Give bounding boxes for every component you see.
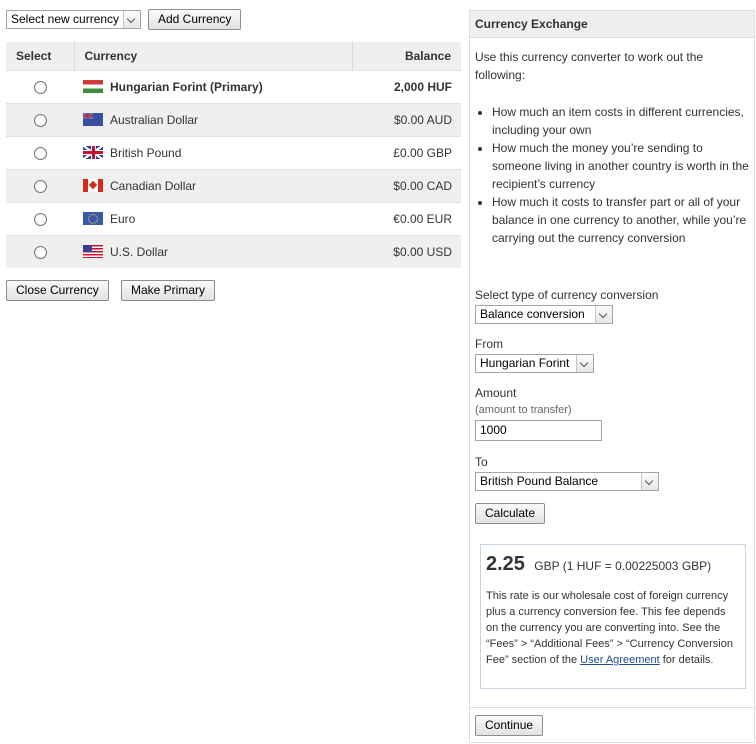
- conversion-result: 2.25 GBP (1 HUF = 0.00225003 GBP) This r…: [480, 544, 746, 689]
- currency-balance: 2,000 HUF: [352, 69, 461, 103]
- row-select-radio[interactable]: [33, 146, 47, 160]
- currency-name: British Pound: [110, 145, 182, 160]
- currency-name: Euro: [110, 211, 136, 226]
- currency-balance: £0.00 GBP: [352, 135, 461, 169]
- exchange-rate: GBP (1 HUF = 0.00225003 GBP): [534, 559, 712, 573]
- select-column-header: Select: [6, 42, 75, 70]
- row-select-radio[interactable]: [33, 80, 47, 94]
- currency-name: Canadian Dollar: [110, 178, 197, 193]
- currency-balance: $0.00 USD: [352, 234, 461, 268]
- chevron-down-icon: [576, 355, 593, 372]
- table-header-row: Select Currency Balance: [6, 42, 461, 70]
- chevron-down-icon: [595, 306, 612, 323]
- to-label: To: [475, 455, 488, 469]
- continue-button[interactable]: Continue: [475, 715, 544, 736]
- from-currency-value: Hungarian Forint: [480, 356, 570, 370]
- list-item: How much the money you’re sending to som…: [492, 139, 753, 193]
- chevron-down-icon: [123, 11, 140, 28]
- us-flag-icon: [83, 244, 103, 258]
- table-row: Canadian Dollar $0.00 CAD: [6, 168, 461, 202]
- canada-flag-icon: [83, 178, 103, 192]
- hungary-flag-icon: [83, 79, 103, 93]
- row-select-radio[interactable]: [33, 113, 47, 127]
- chevron-down-icon: [641, 473, 658, 490]
- currency-balance: €0.00 EUR: [352, 201, 461, 235]
- australia-flag-icon: [83, 112, 103, 126]
- row-select-radio[interactable]: [33, 245, 47, 259]
- currency-name: U.S. Dollar: [110, 244, 169, 259]
- new-currency-select[interactable]: Select new currency: [6, 10, 141, 29]
- fee-disclaimer: This rate is our wholesale cost of forei…: [486, 588, 740, 668]
- amount-input[interactable]: 1000: [475, 420, 602, 441]
- currency-balance: $0.00 AUD: [352, 102, 461, 136]
- new-currency-select-value: Select new currency: [11, 12, 120, 26]
- intro-text: Use this currency converter to work out …: [475, 50, 704, 82]
- table-row: Euro €0.00 EUR: [6, 201, 461, 235]
- to-currency-value: British Pound Balance: [480, 474, 599, 488]
- usage-list: How much an item costs in different curr…: [475, 103, 753, 247]
- table-row: Australian Dollar $0.00 AUD: [6, 102, 461, 136]
- eu-flag-icon: [83, 211, 103, 225]
- panel-title: Currency Exchange: [470, 11, 754, 38]
- conversion-type-select[interactable]: Balance conversion: [475, 305, 613, 324]
- fee-disclaimer-suffix: for details.: [659, 654, 714, 666]
- currency-column-header: Currency: [74, 42, 354, 70]
- currency-name: Australian Dollar: [110, 112, 199, 127]
- row-select-radio[interactable]: [33, 179, 47, 193]
- to-currency-select[interactable]: British Pound Balance: [475, 472, 659, 491]
- conversion-type-label: Select type of currency conversion: [475, 288, 659, 302]
- currency-table: Select Currency Balance Hungarian Forint…: [6, 42, 461, 268]
- user-agreement-link[interactable]: User Agreement: [580, 654, 659, 666]
- currency-name: Hungarian Forint (Primary): [110, 79, 263, 94]
- add-currency-button[interactable]: Add Currency: [148, 9, 242, 30]
- currency-exchange-panel: Currency Exchange Use this currency conv…: [469, 10, 755, 743]
- make-primary-button[interactable]: Make Primary: [121, 280, 216, 301]
- amount-hint: (amount to transfer): [475, 404, 572, 416]
- table-row: Hungarian Forint (Primary) 2,000 HUF: [6, 69, 461, 103]
- result-amount: 2.25: [486, 553, 525, 575]
- calculate-button[interactable]: Calculate: [475, 503, 546, 524]
- table-row: British Pound £0.00 GBP: [6, 135, 461, 169]
- panel-footer: Continue: [470, 707, 754, 736]
- list-item: How much an item costs in different curr…: [492, 103, 753, 139]
- table-row: U.S. Dollar $0.00 USD: [6, 234, 461, 268]
- from-currency-select[interactable]: Hungarian Forint: [475, 354, 594, 373]
- currency-balance: $0.00 CAD: [352, 168, 461, 202]
- uk-flag-icon: [83, 145, 103, 159]
- conversion-type-value: Balance conversion: [480, 307, 585, 321]
- amount-label: Amount: [475, 386, 517, 400]
- from-label: From: [475, 337, 503, 351]
- row-select-radio[interactable]: [33, 212, 47, 226]
- balance-column-header: Balance: [352, 42, 461, 70]
- list-item: How much it costs to transfer part or al…: [492, 193, 753, 247]
- close-currency-button[interactable]: Close Currency: [6, 280, 109, 301]
